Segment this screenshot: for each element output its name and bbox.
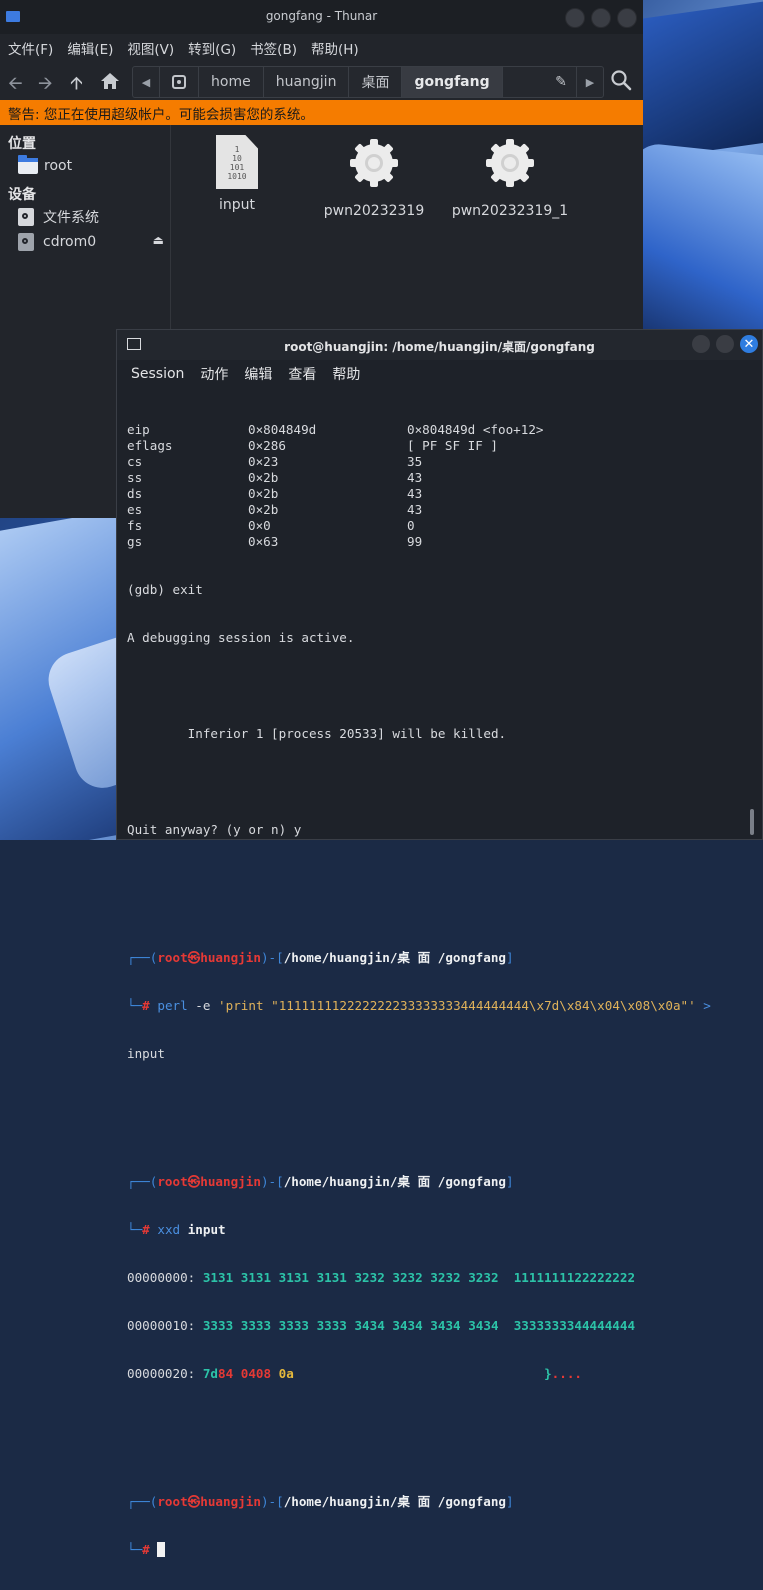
command-line: └─# xxd input xyxy=(127,1222,226,1237)
terminal-line: Quit anyway? (y or n) y xyxy=(127,822,302,837)
close-button[interactable] xyxy=(617,8,637,28)
menu-view[interactable]: 视图(V) xyxy=(127,38,174,58)
menu-view[interactable]: 查看 xyxy=(288,364,316,384)
disk-icon xyxy=(172,75,186,89)
register-row: gs 0×63 99 xyxy=(127,534,423,549)
drive-icon xyxy=(18,207,34,226)
file-item-pwn20232319-1[interactable]: pwn20232319_1 xyxy=(440,125,580,219)
register-row: es 0×2b 43 xyxy=(127,502,423,517)
terminal-window: root@huangjin: /home/huangjin/桌面/gongfan… xyxy=(116,329,763,1557)
menu-help[interactable]: 帮助(H) xyxy=(311,38,359,58)
file-name: input xyxy=(218,197,255,213)
register-row: cs 0×23 35 xyxy=(127,454,423,469)
maximize-button[interactable] xyxy=(591,8,611,28)
shell-prompt: ┌──(root㉿huangjin)-[/home/huangjin/桌 面 /… xyxy=(127,950,514,965)
places-header: 位置 xyxy=(8,136,36,152)
menu-bookmarks[interactable]: 书签(B) xyxy=(250,38,297,58)
edit-location-icon[interactable]: ✎ xyxy=(546,67,576,97)
gear-icon xyxy=(486,139,534,187)
sidebar-item-label: cdrom0 xyxy=(43,233,97,250)
text-cursor xyxy=(157,1542,166,1557)
menu-edit[interactable]: 编辑 xyxy=(244,364,272,384)
forward-arrow-icon[interactable]: 🡪 xyxy=(38,71,53,101)
binary-file-icon: 1 10 101 1010 xyxy=(216,135,258,189)
terminal-line: (gdb) exit xyxy=(127,582,203,597)
shell-prompt: ┌──(root㉿huangjin)-[/home/huangjin/桌 面 /… xyxy=(127,1174,514,1189)
menu-go[interactable]: 转到(G) xyxy=(188,38,236,58)
path-bar: ◀ home huangjin 桌面 gongfang ✎ ▶ xyxy=(132,66,604,98)
terminal-title-bar[interactable]: root@huangjin: /home/huangjin/桌面/gongfan… xyxy=(117,330,762,360)
path-root-button[interactable] xyxy=(160,67,199,97)
command-line: └─# perl -e 'print "11111111222222223333… xyxy=(127,998,719,1013)
sidebar-item-label: root xyxy=(44,157,73,174)
xxd-row: 00000000: 3131 3131 3131 3131 3232 3232 … xyxy=(127,1270,636,1285)
sidebar-item-root[interactable]: root xyxy=(0,153,170,178)
path-crumb-huangjin[interactable]: huangjin xyxy=(264,67,350,97)
title-bar[interactable]: gongfang - Thunar xyxy=(0,0,643,34)
xxd-row: 00000020: 7d84 0408 0a }.... xyxy=(127,1366,582,1381)
up-arrow-icon[interactable]: 🡩 xyxy=(70,71,83,101)
drive-icon xyxy=(18,232,34,251)
sidebar-item-label: 文件系统 xyxy=(43,209,99,226)
shell-prompt: ┌──(root㉿huangjin)-[/home/huangjin/桌 面 /… xyxy=(127,1494,514,1509)
menu-session[interactable]: Session xyxy=(131,366,184,382)
register-row: ds 0×2b 43 xyxy=(127,486,423,501)
toolbar: 🡨 🡪 🡩 ◀ home huangjin 桌面 gongfang ✎ ▶ xyxy=(0,62,643,100)
path-crumb-gongfang[interactable]: gongfang xyxy=(402,67,503,97)
file-name: pwn20232319 xyxy=(323,203,425,219)
terminal-scrollbar[interactable] xyxy=(750,809,754,835)
path-crumb-desktop[interactable]: 桌面 xyxy=(349,67,403,97)
menu-actions[interactable]: 动作 xyxy=(200,364,228,384)
register-row: eflags 0×286[ PF SF IF ] xyxy=(127,438,498,453)
folder-icon xyxy=(18,154,38,174)
gear-icon xyxy=(350,139,398,187)
path-scroll-left-icon[interactable]: ◀ xyxy=(133,67,160,97)
sidebar-item-filesystem[interactable]: 文件系统 xyxy=(0,204,170,229)
xxd-row: 00000010: 3333 3333 3333 3333 3434 3434 … xyxy=(127,1318,636,1333)
maximize-button[interactable] xyxy=(716,335,734,353)
eject-icon[interactable]: ⏏ xyxy=(153,233,164,247)
terminal-line: input xyxy=(127,1046,165,1061)
minimize-button[interactable] xyxy=(692,335,710,353)
file-item-pwn20232319[interactable]: pwn20232319 xyxy=(304,125,444,219)
back-arrow-icon[interactable]: 🡨 xyxy=(8,71,23,101)
close-button[interactable]: ✕ xyxy=(740,335,758,353)
menu-edit[interactable]: 编辑(E) xyxy=(67,38,113,58)
file-name: pwn20232319_1 xyxy=(451,203,569,219)
register-row: eip 0×804849d 0×804849d <foo+12> xyxy=(127,422,544,437)
file-item-input[interactable]: 1 10 101 1010 input xyxy=(167,125,307,213)
path-crumb-home[interactable]: home xyxy=(199,67,264,97)
register-row: ss 0×2b 43 xyxy=(127,470,423,485)
menu-help[interactable]: 帮助 xyxy=(332,364,360,384)
root-warning-banner: 警告: 您正在使用超级帐户。可能会损害您的系统。 xyxy=(0,100,643,125)
window-title: gongfang - Thunar xyxy=(265,9,378,23)
terminal-screen[interactable]: eip 0×804849d 0×804849d <foo+12> eflags 0×28… xyxy=(127,390,752,1590)
terminal-menu-bar: Session 动作 编辑 查看 帮助 xyxy=(117,360,762,388)
home-icon[interactable] xyxy=(100,72,120,90)
terminal-title: root@huangjin: /home/huangjin/桌面/gongfan… xyxy=(284,340,595,354)
command-line: └─# xyxy=(127,1542,752,1558)
menu-bar: 文件(F) 编辑(E) 视图(V) 转到(G) 书签(B) 帮助(H) xyxy=(0,34,643,62)
search-icon[interactable] xyxy=(609,68,633,92)
sidebar-item-cdrom0[interactable]: cdrom0 ⏏ xyxy=(0,229,170,254)
terminal-line: Inferior 1 [process 20533] will be kille… xyxy=(127,726,507,741)
menu-file[interactable]: 文件(F) xyxy=(8,38,53,58)
terminal-line: A debugging session is active. xyxy=(127,630,355,645)
register-row: fs 0×0 0 xyxy=(127,518,415,533)
path-scroll-right-icon[interactable]: ▶ xyxy=(576,67,603,97)
devices-header: 设备 xyxy=(8,187,36,203)
minimize-button[interactable] xyxy=(565,8,585,28)
